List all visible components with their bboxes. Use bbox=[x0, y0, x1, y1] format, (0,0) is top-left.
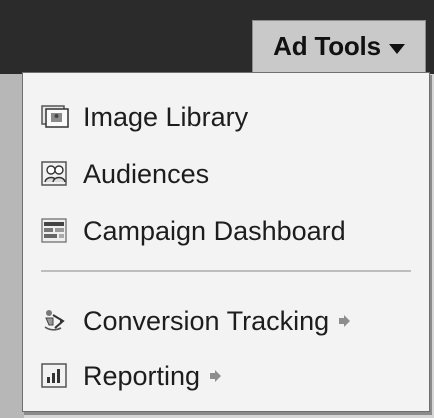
ad-tools-button[interactable]: Ad Tools bbox=[252, 20, 426, 72]
menu-item-campaign-dashboard[interactable]: Campaign Dashboard bbox=[41, 209, 346, 253]
chevron-right-icon bbox=[206, 367, 224, 385]
menu-item-conversion-tracking[interactable]: Conversion Tracking bbox=[41, 299, 353, 343]
menu-item-label: Campaign Dashboard bbox=[83, 215, 346, 246]
menu-item-image-library[interactable]: Image Library bbox=[41, 95, 248, 139]
audiences-icon bbox=[41, 160, 69, 188]
campaign-dashboard-icon bbox=[41, 217, 69, 245]
menu-item-label: Audiences bbox=[83, 158, 210, 189]
menu-item-label: Conversion Tracking bbox=[83, 305, 330, 336]
menu-item-reporting[interactable]: Reporting bbox=[41, 354, 224, 398]
reporting-icon bbox=[41, 362, 69, 390]
menu-item-label: Image Library bbox=[83, 101, 249, 132]
chevron-right-icon bbox=[335, 312, 353, 330]
conversion-tracking-icon bbox=[41, 307, 69, 335]
menu-item-label: Reporting bbox=[83, 360, 201, 391]
image-library-icon bbox=[41, 103, 69, 131]
chevron-down-icon bbox=[388, 43, 405, 54]
ad-tools-label: Ad Tools bbox=[273, 31, 381, 61]
menu-item-audiences[interactable]: Audiences bbox=[41, 152, 209, 196]
menu-divider bbox=[41, 270, 411, 272]
ad-tools-menu: Image Library Audiences Campaign Dashboa… bbox=[22, 72, 430, 412]
